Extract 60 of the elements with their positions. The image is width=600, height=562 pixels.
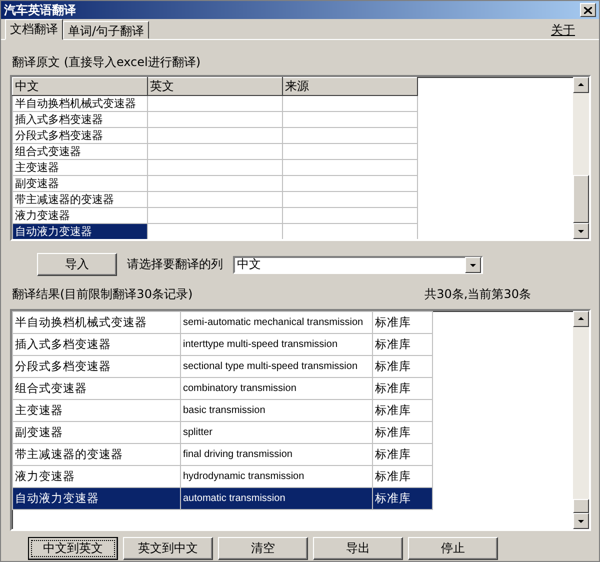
record-count: 共30条,当前第30条 xyxy=(424,286,531,303)
table-cell: 标准库 xyxy=(372,378,432,400)
column-header[interactable]: 来源 xyxy=(282,78,418,96)
table-cell: 标准库 xyxy=(372,488,432,510)
table-cell: 标准库 xyxy=(372,422,432,444)
table-cell: splitter xyxy=(180,422,372,444)
action-button[interactable]: 清空 xyxy=(218,537,308,560)
scrollbar[interactable] xyxy=(573,77,589,239)
table-cell[interactable]: 组合式变速器 xyxy=(12,144,148,160)
table-cell: 自动液力变速器 xyxy=(12,488,180,510)
table-cell: 分段式多档变速器 xyxy=(12,356,180,378)
column-select-label: 请选择要翻译的列 xyxy=(127,256,223,273)
table-cell[interactable]: 副变速器 xyxy=(12,176,148,192)
tab[interactable]: 文档翻译 xyxy=(5,19,63,40)
action-button[interactable]: 英文到中文 xyxy=(123,537,213,560)
action-button[interactable]: 停止 xyxy=(408,537,498,560)
table-cell[interactable]: 半自动换档机械式变速器 xyxy=(12,96,148,112)
column-header[interactable]: 中文 xyxy=(12,78,148,96)
table-cell: 组合式变速器 xyxy=(12,378,180,400)
tab[interactable]: 单词/句子翻译 xyxy=(63,21,150,39)
about-link[interactable]: 关于 xyxy=(551,22,575,39)
table-cell[interactable]: 带主减速器的变速器 xyxy=(12,192,148,208)
table-cell: combinatory transmission xyxy=(180,378,372,400)
table-cell: basic transmission xyxy=(180,400,372,422)
table-cell: interttype multi-speed transmission xyxy=(180,334,372,356)
table-cell: 标准库 xyxy=(372,334,432,356)
column-dropdown[interactable]: 中文 xyxy=(233,256,483,274)
table-cell: 标准库 xyxy=(372,312,432,334)
table-cell: final driving transmission xyxy=(180,444,372,466)
window-title: 汽车英语翻译 xyxy=(4,2,76,18)
scroll-thumb[interactable] xyxy=(573,499,589,513)
close-icon xyxy=(584,6,592,14)
import-button[interactable]: 导入 xyxy=(37,253,117,276)
section-label: 翻译原文 (直接导入excel进行翻译) xyxy=(12,54,202,71)
table-cell: 半自动换档机械式变速器 xyxy=(12,312,180,334)
table-cell: sectional type multi-speed transmission xyxy=(180,356,372,378)
table-cell[interactable]: 分段式多档变速器 xyxy=(12,128,148,144)
scroll-down-button[interactable] xyxy=(573,513,589,529)
close-button[interactable] xyxy=(580,3,596,17)
table-cell[interactable]: 自动液力变速器 xyxy=(12,224,148,239)
table-cell: 标准库 xyxy=(372,356,432,378)
table-cell: automatic transmission xyxy=(180,488,372,510)
scroll-up-button[interactable] xyxy=(573,77,589,93)
table-cell: 插入式多档变速器 xyxy=(12,334,180,356)
table-cell: 标准库 xyxy=(372,400,432,422)
scrollbar[interactable] xyxy=(573,311,589,529)
action-button[interactable]: 中文到英文 xyxy=(28,537,118,560)
table-cell: 主变速器 xyxy=(12,400,180,422)
scroll-down-button[interactable] xyxy=(573,223,589,239)
section-label: 翻译结果(目前限制翻译30条记录) xyxy=(12,286,193,303)
scroll-up-button[interactable] xyxy=(573,311,589,327)
table-cell[interactable]: 主变速器 xyxy=(12,160,148,176)
action-button[interactable]: 导出 xyxy=(313,537,403,560)
table-cell: 副变速器 xyxy=(12,422,180,444)
table-cell[interactable]: 插入式多档变速器 xyxy=(12,112,148,128)
table-cell: 标准库 xyxy=(372,444,432,466)
scroll-thumb[interactable] xyxy=(573,175,589,223)
table-cell: semi-automatic mechanical transmission xyxy=(180,312,372,334)
table-cell: 带主减速器的变速器 xyxy=(12,444,180,466)
column-header[interactable]: 英文 xyxy=(148,78,282,96)
